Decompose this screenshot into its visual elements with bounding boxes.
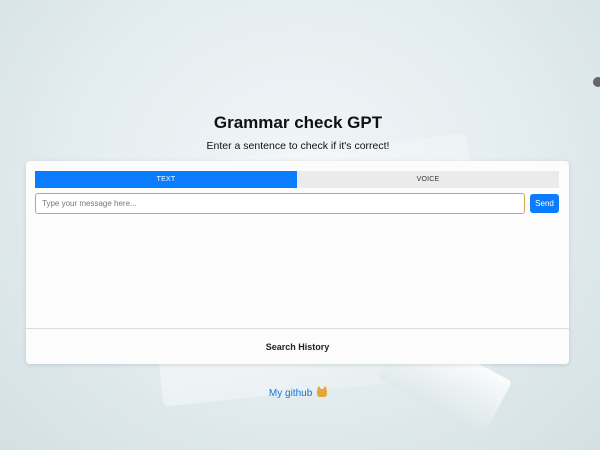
chat-card: TEXT VOICE Send Search History bbox=[26, 161, 569, 364]
edge-dot-icon bbox=[593, 77, 600, 87]
page-subtitle: Enter a sentence to check if it's correc… bbox=[206, 140, 390, 152]
tab-voice[interactable]: VOICE bbox=[297, 171, 559, 188]
tab-text[interactable]: TEXT bbox=[35, 171, 297, 188]
github-link-label: My github bbox=[268, 388, 313, 399]
message-input[interactable] bbox=[35, 193, 525, 214]
message-input-row: Send bbox=[35, 193, 559, 214]
search-history-button[interactable]: Search History bbox=[26, 328, 569, 364]
send-button[interactable]: Send bbox=[530, 194, 559, 213]
page-title: Grammar check GPT bbox=[213, 113, 383, 132]
github-link[interactable]: My github bbox=[0, 386, 596, 399]
mode-tabs: TEXT VOICE bbox=[35, 171, 559, 188]
cat-face-icon bbox=[317, 386, 328, 397]
